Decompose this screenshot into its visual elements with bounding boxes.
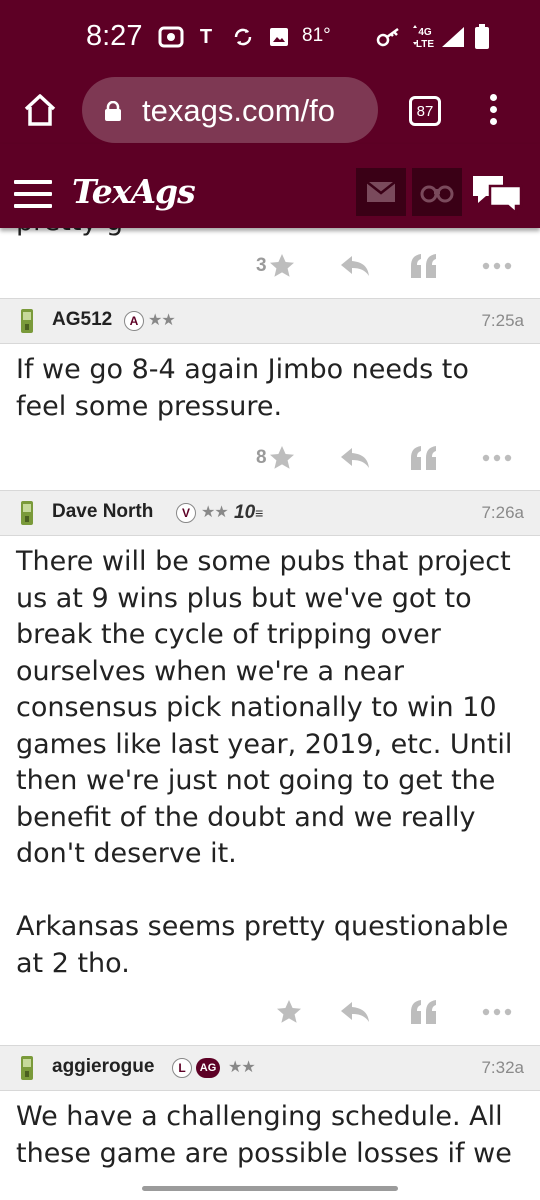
quote-icon[interactable]: [410, 438, 438, 478]
svg-text:4G: 4G: [418, 27, 432, 38]
site-header: TexAgs: [0, 144, 540, 228]
mobile-phone-icon: [20, 500, 34, 526]
tab-switcher-button[interactable]: 87: [409, 96, 441, 126]
star-button[interactable]: [274, 992, 302, 1032]
screen-record-icon: [158, 24, 184, 50]
home-icon[interactable]: [20, 90, 60, 130]
hamburger-icon[interactable]: [14, 180, 52, 208]
post-header: Dave North V ★★ 10≡ 7:26a: [0, 490, 540, 536]
quote-icon[interactable]: [410, 246, 438, 286]
post-time[interactable]: 7:25a: [481, 311, 524, 331]
user-stars: ★★: [148, 310, 176, 329]
post-actions: [0, 992, 540, 1032]
url-text: texags.com/fo: [142, 93, 335, 128]
reply-icon[interactable]: [340, 438, 370, 478]
carrier-icon: T: [199, 25, 213, 48]
post-time[interactable]: 7:32a: [481, 1058, 524, 1078]
ten-year-badge: 10≡: [234, 502, 264, 523]
battery-icon: [474, 24, 490, 50]
reply-icon[interactable]: [340, 992, 370, 1032]
star-icon: [269, 254, 294, 277]
binoculars-icon[interactable]: [412, 168, 462, 216]
status-bar: 8:27 T 81° 4G LTE: [0, 0, 540, 74]
mobile-phone-icon: [20, 1055, 34, 1081]
post-username[interactable]: AG512: [52, 309, 112, 331]
signal-icon: [440, 24, 466, 50]
quote-icon[interactable]: [410, 992, 438, 1032]
lock-icon: [104, 100, 122, 121]
user-stars: ★★: [201, 502, 229, 521]
gesture-handle[interactable]: [142, 1186, 398, 1191]
user-badge: L: [172, 1058, 192, 1078]
more-icon[interactable]: [482, 992, 512, 1032]
post-body: If we go 8-4 again Jimbo needs to feel s…: [16, 354, 469, 422]
star-icon: [277, 1000, 301, 1023]
address-bar[interactable]: texags.com/fo: [82, 77, 378, 143]
network-4g-icon: 4G LTE: [410, 24, 440, 50]
status-time: 8:27: [86, 20, 143, 52]
post-body: There will be some pubs that project us …: [16, 546, 513, 979]
more-icon[interactable]: [482, 438, 512, 478]
more-icon[interactable]: [482, 246, 512, 286]
star-button[interactable]: 3: [256, 246, 295, 286]
image-icon: [268, 24, 290, 50]
previous-post-body: pretty g: [16, 228, 123, 237]
post-header: aggierogue L AG ★★ 7:32a: [0, 1045, 540, 1091]
chat-icon[interactable]: [470, 172, 524, 216]
star-button[interactable]: 8: [256, 438, 295, 478]
browser-menu-icon[interactable]: [486, 94, 500, 130]
svg-text:LTE: LTE: [416, 39, 434, 50]
post-username[interactable]: Dave North: [52, 501, 153, 523]
star-icon: [269, 446, 294, 469]
star-count: 8: [256, 447, 267, 468]
vpn-key-icon: [376, 24, 402, 50]
user-stars: ★★: [228, 1057, 256, 1076]
star-count: 3: [256, 255, 267, 276]
post-actions: 3: [0, 246, 540, 286]
mail-icon[interactable]: [356, 168, 406, 216]
user-badge: A: [124, 311, 144, 331]
weather-temp: 81°: [302, 25, 331, 46]
post-body: We have a challenging schedule. All thes…: [16, 1101, 512, 1169]
tab-count: 87: [416, 102, 434, 120]
post-actions: 8: [0, 438, 540, 478]
site-logo[interactable]: TexAgs: [72, 172, 196, 211]
post-header: AG512 A ★★ 7:25a: [0, 298, 540, 344]
ten-year-badge-label: 10: [234, 502, 256, 523]
browser-toolbar: texags.com/fo 87: [0, 74, 540, 144]
reply-icon[interactable]: [340, 246, 370, 286]
post-time[interactable]: 7:26a: [481, 503, 524, 523]
mobile-phone-icon: [20, 308, 34, 334]
user-badge: V: [176, 503, 196, 523]
sync-icon: [232, 24, 254, 50]
post-username[interactable]: aggierogue: [52, 1056, 154, 1078]
forum-thread: pretty g 3 AG512 A ★★ 7:25a If we go 8-4…: [0, 228, 540, 1200]
ag-badge: AG: [196, 1058, 220, 1078]
